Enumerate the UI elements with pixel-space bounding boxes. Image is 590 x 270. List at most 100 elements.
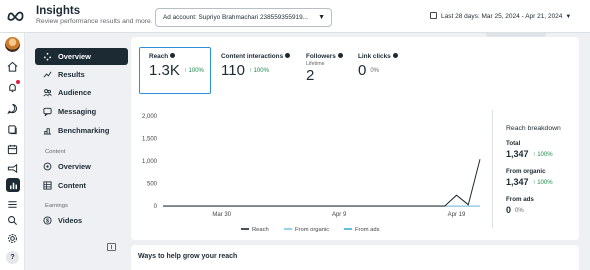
chevron-down-icon: ▼ <box>318 14 325 21</box>
metric-title: Reach <box>149 53 169 60</box>
menu-icon[interactable] <box>6 198 19 211</box>
nav-item-overview[interactable]: Overview <box>35 48 128 65</box>
benchmarking-icon <box>42 126 52 136</box>
metric-title: Content interactions <box>221 53 284 60</box>
date-range-selector[interactable]: Last 28 days: Mar 25, 2024 - Apr 21, 202… <box>430 12 571 20</box>
dollar-icon: $ <box>42 216 52 226</box>
nav-item-messaging[interactable]: Messaging <box>35 103 128 120</box>
metric-title: Followers <box>306 53 336 60</box>
svg-text:$: $ <box>46 219 49 225</box>
breakdown-total-label: Total <box>506 140 521 147</box>
divider <box>492 110 493 228</box>
nav-item-label: Audience <box>58 88 92 97</box>
breakdown-ads-label: From ads <box>506 196 534 203</box>
breakdown-ads-value: 0 0% <box>506 205 524 215</box>
metric-delta: 0% <box>370 68 380 74</box>
nav-item-label: Results <box>58 70 85 79</box>
nav-item-label: Benchmarking <box>58 126 110 135</box>
nav-item-label: Overview <box>58 162 91 171</box>
breakdown-value: 1,347 <box>506 149 529 159</box>
metric-value: 0 <box>358 62 367 79</box>
page-title: Insights <box>36 5 81 17</box>
nav-item-content-overview[interactable]: Overview <box>35 158 128 175</box>
pages-icon[interactable] <box>6 123 19 136</box>
metric-link-clicks[interactable]: Link clicks 0 0% <box>358 47 413 94</box>
metric-delta: ↑ 100% <box>248 68 269 74</box>
messaging-icon <box>42 107 52 117</box>
info-icon <box>392 53 398 58</box>
breakdown-delta: ↑ 100% <box>532 180 553 186</box>
results-icon <box>42 70 52 80</box>
nav-item-content[interactable]: Content <box>35 177 128 194</box>
help-icon[interactable]: ? <box>6 251 19 264</box>
breakdown-organic-label: From organic <box>506 168 546 175</box>
metric-delta: ↑ 100% <box>183 68 204 74</box>
nav-item-videos[interactable]: $ Videos <box>35 212 128 229</box>
collapse-sidebar-icon[interactable] <box>107 243 116 251</box>
nav-section-earnings: Earnings <box>45 203 68 209</box>
insights-sub-navigation: Overview Results Audience Messaging Benc… <box>25 33 131 270</box>
nav-item-label: Messaging <box>58 107 97 116</box>
x-tick-label: Apr 19 <box>448 212 466 218</box>
nav-item-results[interactable]: Results <box>35 66 128 83</box>
home-icon[interactable] <box>6 60 19 73</box>
date-range-label: Last 28 days: Mar 25, 2024 - Apr 21, 202… <box>441 13 563 20</box>
ad-account-selector[interactable]: Ad account: Supriyo Brahmachari 23855935… <box>155 8 332 27</box>
insights-icon[interactable] <box>6 178 20 192</box>
info-icon <box>337 53 343 58</box>
metric-reach[interactable]: Reach 1.3K ↑ 100% <box>139 47 211 94</box>
calendar-icon[interactable] <box>6 143 19 156</box>
metric-content-interactions[interactable]: Content interactions 110 ↑ 100% <box>221 47 305 94</box>
top-bar: Insights Review performance results and … <box>0 0 590 33</box>
series-line-reach <box>163 159 481 207</box>
y-tick-label: 2,000 <box>142 114 158 120</box>
legend-label: Reach <box>252 227 269 233</box>
search-icon[interactable] <box>6 214 19 227</box>
grow-reach-title: Ways to help grow your reach <box>138 253 238 260</box>
insights-overview-card: Reach 1.3K ↑ 100% Content interactions 11… <box>131 37 579 240</box>
breakdown-delta: ↑ 100% <box>532 152 553 158</box>
content-grid-icon <box>42 181 52 191</box>
calendar-icon <box>430 12 437 19</box>
breakdown-value: 0 <box>506 205 512 215</box>
metric-value: 1.3K <box>149 62 180 79</box>
nav-item-audience[interactable]: Audience <box>35 84 128 101</box>
notifications-icon[interactable] <box>6 80 20 94</box>
overview-icon <box>42 52 52 62</box>
metric-value: 110 <box>221 62 245 79</box>
nav-item-label: Videos <box>58 216 83 225</box>
audience-icon <box>42 88 52 98</box>
metric-followers[interactable]: Followers Lifetime 2 <box>306 47 356 94</box>
grow-reach-card: Ways to help grow your reach <box>131 245 579 270</box>
reach-line-chart: 0 500 1,000 1,500 2,000 Mar 30 Apr 9 Apr 19 Reac… <box>142 114 481 233</box>
meta-logo[interactable] <box>7 9 24 23</box>
breakdown-total-value: 1,347 ↑ 100% <box>506 149 553 159</box>
breakdown-delta: 0% <box>515 208 524 214</box>
ads-icon[interactable] <box>6 162 19 175</box>
info-icon <box>285 53 291 58</box>
legend-label: From ads <box>355 227 380 233</box>
breakdown-value: 1,347 <box>506 177 529 187</box>
nav-item-benchmarking[interactable]: Benchmarking <box>35 122 128 139</box>
y-tick-label: 1,000 <box>142 159 158 165</box>
breakdown-organic-value: 1,347 ↑ 100% <box>506 177 553 187</box>
nav-section-content: Content <box>45 149 66 155</box>
avatar[interactable] <box>5 37 20 52</box>
nav-item-label: Content <box>58 181 86 190</box>
left-icon-rail: ? <box>0 33 25 270</box>
y-tick-label: 500 <box>147 182 158 188</box>
metric-value: 2 <box>306 67 315 84</box>
page-subtitle: Review performance results and more. <box>36 18 153 25</box>
y-tick-label: 0 <box>154 204 158 210</box>
breakdown-title: Reach breakdown <box>506 125 561 132</box>
messages-icon[interactable] <box>6 102 19 115</box>
notification-dot <box>16 80 20 84</box>
chevron-down-icon: ▼ <box>565 14 572 20</box>
ad-account-label: Ad account: Supriyo Brahmachari 23855935… <box>163 14 308 21</box>
legend-label: From organic <box>295 227 329 233</box>
x-tick-label: Mar 30 <box>212 212 231 218</box>
y-tick-label: 1,500 <box>142 137 158 143</box>
metric-title: Link clicks <box>358 53 391 60</box>
settings-icon[interactable] <box>6 232 19 245</box>
content-overview-icon <box>42 162 52 172</box>
